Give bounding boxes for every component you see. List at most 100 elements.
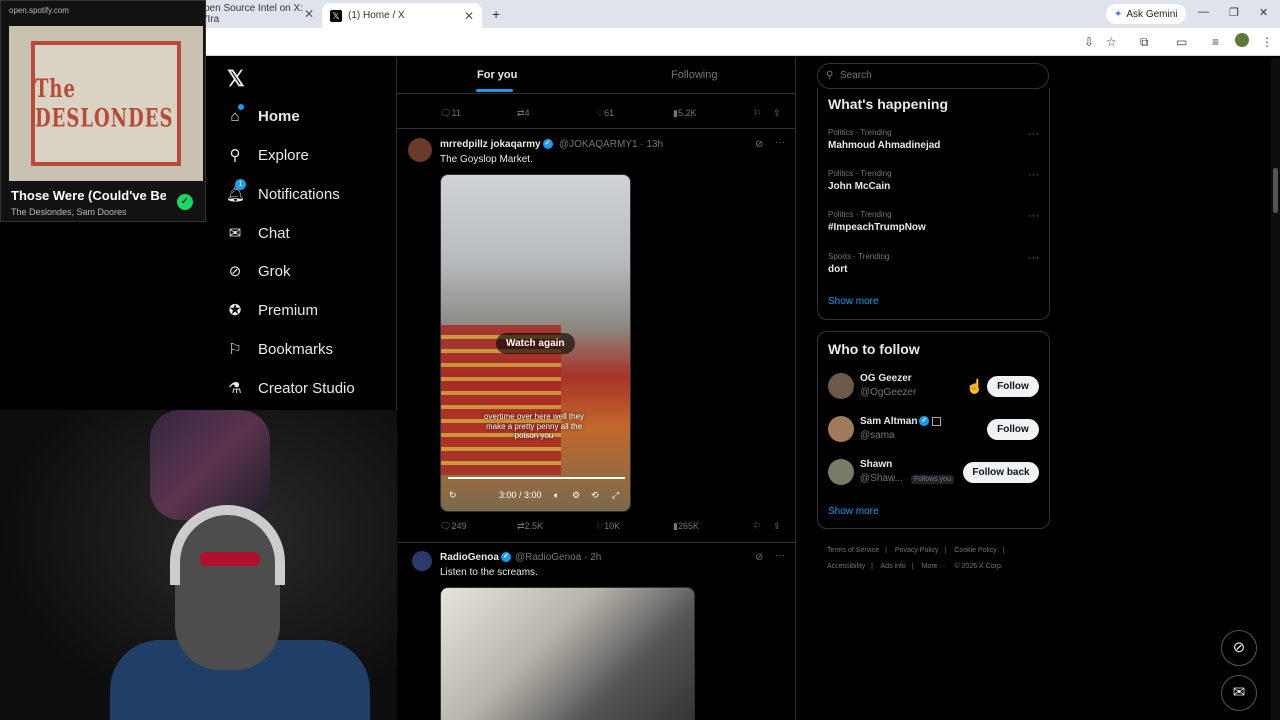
nav-creator-studio[interactable]: ⚗ Creator Studio (226, 373, 354, 403)
settings-icon[interactable]: ⚙ (572, 490, 580, 501)
maximize-button[interactable]: ❐ (1229, 6, 1239, 19)
post-author-name[interactable]: mrredpillz jokaqarmy ✓ (440, 139, 553, 150)
nav-bookmarks[interactable]: ⚐ Bookmarks (226, 334, 333, 364)
bookmark-icon[interactable]: ⚐ (753, 108, 761, 119)
tab-for-you[interactable]: For you (477, 69, 517, 81)
accessibility-link[interactable]: Accessibility (827, 563, 865, 570)
like-count: 10K (604, 521, 621, 531)
terms-link[interactable]: Terms of Service (827, 547, 879, 554)
avatar[interactable] (412, 551, 432, 571)
nav-explore[interactable]: ⚲ Explore (226, 140, 309, 170)
chrome-menu-icon[interactable]: ⋮ (1261, 35, 1273, 49)
repost-button[interactable]: ⇄ 4 (517, 108, 530, 119)
footer-separator: | (1002, 547, 1005, 554)
reply-button[interactable]: 🗨︎ 249 (440, 521, 466, 532)
account-name[interactable]: Sam Altman ✓ (860, 416, 942, 427)
privacy-link[interactable]: Privacy Policy (895, 547, 939, 554)
scrollbar-thumb[interactable] (1273, 168, 1278, 213)
nav-chat[interactable]: ✉ Chat (226, 218, 290, 248)
like-button[interactable]: ♡ 10K (596, 521, 620, 532)
tab-label: (1) Home / X (348, 10, 405, 21)
new-tab-button[interactable]: + (484, 3, 508, 25)
saved-check-icon[interactable]: ✓ (177, 194, 193, 210)
show-more-link[interactable]: Show more (828, 506, 879, 517)
follow-button[interactable]: Follow (987, 419, 1039, 440)
more-options-icon[interactable]: ··· (1028, 169, 1039, 181)
more-options-icon[interactable]: ··· (1028, 210, 1039, 222)
post-handle[interactable]: @JOKAQARMY1 · 13h (559, 139, 663, 150)
more-options-icon[interactable]: ··· (1028, 252, 1039, 264)
minimize-button[interactable]: — (1198, 6, 1209, 18)
trend-name[interactable]: John McCain (828, 181, 890, 192)
nav-grok[interactable]: ⊘ Grok (226, 256, 291, 286)
close-tab-icon[interactable]: ✕ (304, 7, 314, 21)
split-view-icon[interactable]: ▭ (1176, 35, 1187, 49)
trend-name[interactable]: #ImpeachTrumpNow (828, 222, 926, 233)
page-scrollbar[interactable] (1271, 58, 1280, 720)
messages-fab-button[interactable]: ✉ (1221, 675, 1257, 711)
rotate-icon[interactable]: ⟲ (591, 490, 599, 501)
browser-tab-osint[interactable]: pen Source Intel on X: "Ira ✕ (196, 3, 322, 25)
post-author-name[interactable]: RadioGenoa ✓ (440, 552, 511, 563)
media-controls-icon[interactable]: ≡ (1212, 35, 1219, 49)
tab-following[interactable]: Following (671, 69, 717, 81)
more-link[interactable]: More ··· (922, 563, 947, 570)
reply-button[interactable]: 🗨︎ 11 (440, 108, 461, 119)
nav-home[interactable]: ⌂ Home (226, 101, 300, 131)
show-more-link[interactable]: Show more (828, 296, 879, 307)
close-window-button[interactable]: ✕ (1259, 6, 1268, 19)
mail-icon: ✉ (1232, 684, 1246, 701)
avatar[interactable] (828, 459, 854, 485)
post-handle[interactable]: @RadioGenoa · 2h (515, 552, 601, 563)
post-video[interactable] (440, 587, 695, 720)
video-progress-bar[interactable] (448, 477, 625, 479)
bookmark-star-icon[interactable]: ☆ (1106, 35, 1117, 49)
search-input[interactable]: ⚲ Search (817, 63, 1049, 89)
more-options-icon[interactable]: ··· (1028, 128, 1039, 140)
fullscreen-icon[interactable]: ⤢ (612, 490, 619, 501)
x-logo-icon[interactable]: 𝕏 (227, 66, 245, 92)
more-options-icon[interactable]: ··· (775, 137, 785, 148)
post-video[interactable]: Watch again overtime over here well they… (440, 174, 631, 512)
share-icon[interactable]: ⇪ (773, 521, 781, 532)
close-tab-icon[interactable]: ✕ (464, 9, 474, 23)
avatar[interactable] (828, 416, 854, 442)
grok-icon[interactable]: ⊘ (755, 139, 763, 150)
views-button[interactable]: ▮ 5.2K (673, 108, 696, 119)
account-handle: @Shaw... (860, 473, 903, 484)
follow-back-button[interactable]: Follow back (963, 462, 1039, 483)
nav-notifications[interactable]: 🔔︎ 1 Notifications (226, 179, 340, 209)
avatar[interactable] (408, 138, 432, 162)
bookmark-icon[interactable]: ⚐ (753, 521, 761, 532)
follow-button[interactable]: Follow (987, 376, 1039, 397)
ask-gemini-button[interactable]: ✦ Ask Gemini (1106, 4, 1186, 24)
views-button[interactable]: ▮ 265K (673, 521, 699, 532)
spotify-mini-player[interactable]: open.spotify.com The DESLONDES Those Wer… (0, 0, 206, 222)
more-options-icon[interactable]: ··· (775, 550, 785, 561)
extensions-icon[interactable]: ⧉ (1140, 35, 1149, 50)
footer-separator: | (885, 547, 887, 554)
nav-premium[interactable]: ✪ Premium (226, 295, 318, 325)
grok-icon[interactable]: ⊘ (755, 552, 763, 563)
replay-icon[interactable]: ↻ (449, 490, 457, 501)
account-name[interactable]: Shawn (860, 459, 892, 470)
browser-tab-home-x[interactable]: 𝕏 (1) Home / X ✕ (322, 3, 482, 28)
profile-avatar[interactable] (1235, 33, 1249, 47)
share-icon[interactable]: ⇪ (773, 108, 781, 119)
repost-button[interactable]: ⇄ 2.5K (517, 521, 543, 532)
watch-again-button[interactable]: Watch again (496, 333, 575, 354)
volume-icon[interactable]: 🔈︎ (554, 490, 559, 501)
trend-name[interactable]: dort (828, 264, 847, 275)
account-name[interactable]: OG Geezer (860, 373, 912, 384)
post-radiogenoa[interactable]: RadioGenoa ✓ @RadioGenoa · 2h ⊘ ··· Liste… (397, 542, 795, 720)
grok-fab-button[interactable]: ⊘ (1221, 630, 1257, 666)
search-placeholder: Search (840, 70, 872, 81)
install-app-icon[interactable]: ⇩ (1084, 35, 1094, 49)
cookie-link[interactable]: Cookie Policy (954, 547, 996, 554)
ads-info-link[interactable]: Ads info (881, 563, 906, 570)
avatar[interactable] (828, 373, 854, 399)
post-goyslop[interactable]: mrredpillz jokaqarmy ✓ @JOKAQARMY1 · 13h … (397, 128, 795, 542)
like-button[interactable]: ♡ 61 (596, 108, 614, 119)
trend-name[interactable]: Mahmoud Ahmadinejad (828, 140, 940, 151)
nav-explore-label: Explore (258, 146, 309, 164)
